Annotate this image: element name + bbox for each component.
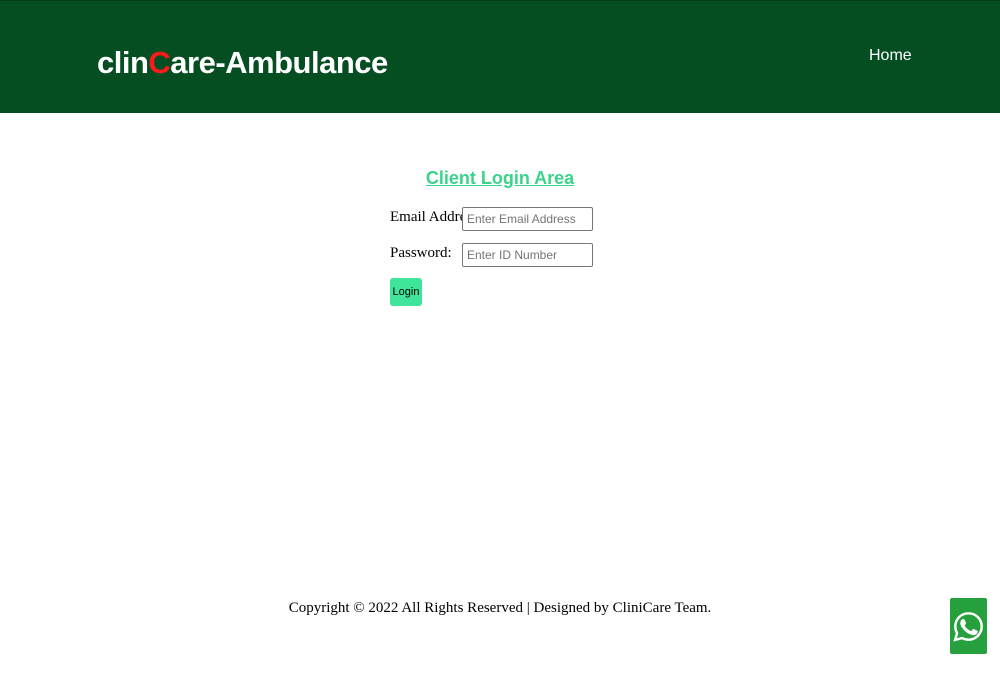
brand-accent-letter: C: [148, 45, 171, 80]
site-header: clinCare-Ambulance Home: [0, 0, 1000, 113]
nav-home-link[interactable]: Home: [869, 47, 912, 65]
brand-suffix: are-Ambulance: [170, 45, 388, 80]
whatsapp-button[interactable]: [950, 598, 987, 654]
login-title: Client Login Area: [425, 168, 575, 188]
login-button[interactable]: Login: [390, 278, 422, 306]
password-field[interactable]: [462, 243, 593, 267]
brand-prefix: clin: [97, 45, 149, 80]
email-field[interactable]: [462, 207, 593, 231]
brand-logo[interactable]: clinCare-Ambulance: [97, 45, 388, 81]
whatsapp-icon: [953, 611, 983, 642]
footer-copyright: Copyright © 2022 All Rights Reserved | D…: [288, 600, 712, 616]
password-label: Password:: [390, 245, 452, 261]
